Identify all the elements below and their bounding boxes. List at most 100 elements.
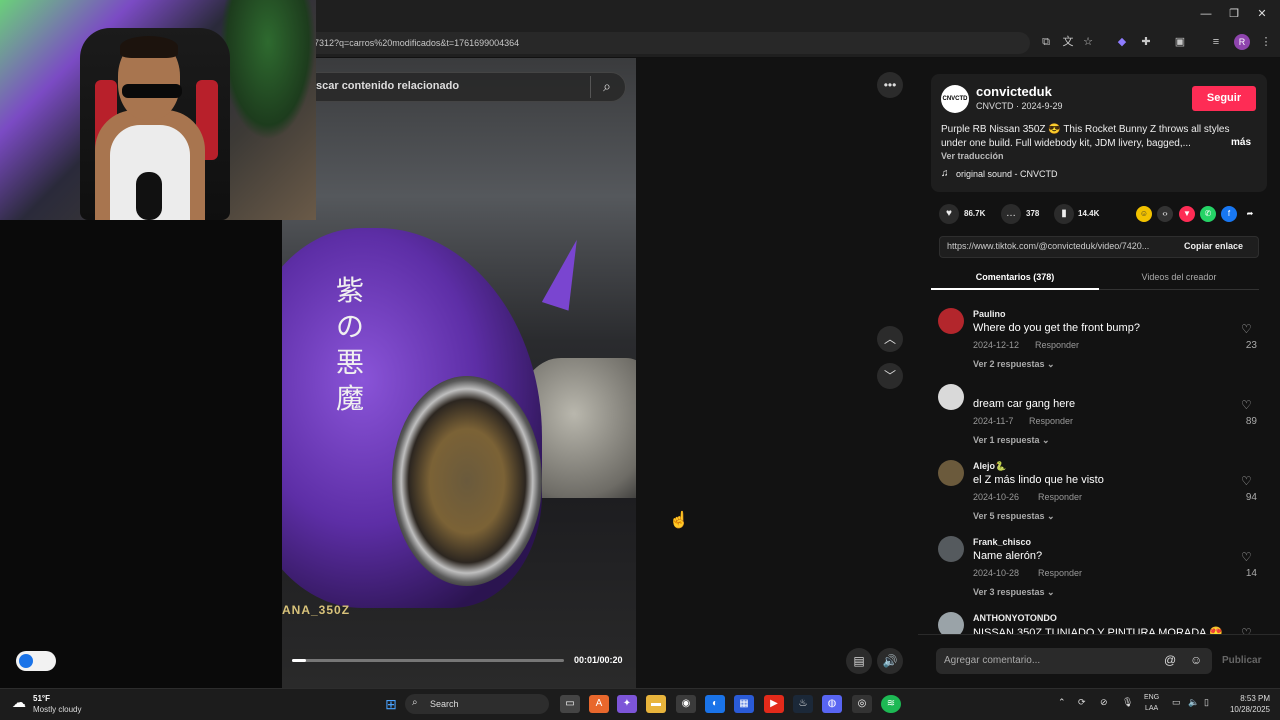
spotify-icon[interactable]: ≋ (881, 695, 901, 713)
commenter-name[interactable]: Alejo🐍 (973, 461, 1006, 472)
video-progress-fill (292, 659, 306, 662)
commenter-avatar[interactable] (938, 460, 964, 486)
comment-like-icon[interactable]: ♡ (1241, 626, 1252, 634)
translate-icon[interactable]: 文 (1060, 34, 1076, 50)
next-video-button[interactable]: ﹀ (877, 363, 903, 389)
whatsapp-icon[interactable]: ✆ (1200, 206, 1216, 222)
share-emoji-icon[interactable]: ☺ (1136, 206, 1152, 222)
tray-mic-icon[interactable]: 🎙 (1122, 697, 1133, 708)
reply-button[interactable]: Responder (1038, 492, 1082, 502)
weather-cloud-icon[interactable]: ☁ (12, 694, 26, 711)
view-replies-button[interactable]: Ver 3 respuestas ⌄ (973, 587, 1055, 598)
sound-name[interactable]: original sound - CNVCTD (956, 169, 1058, 179)
send-to-friends-icon[interactable]: ▼ (1179, 206, 1195, 222)
mention-at-icon[interactable]: @ (1164, 653, 1176, 667)
extension-icon[interactable]: ◆ (1114, 34, 1130, 50)
steam-icon[interactable]: ♨ (793, 695, 813, 713)
follow-button[interactable]: Seguir (1192, 86, 1256, 111)
author-avatar[interactable]: CNVCTD (941, 85, 969, 113)
minimize-button[interactable]: — (1196, 6, 1216, 22)
language-indicator[interactable]: ENG (1144, 694, 1159, 701)
weather-condition[interactable]: Mostly cloudy (33, 705, 81, 714)
tray-sync-icon[interactable]: ⟳ (1078, 697, 1086, 708)
comment-placeholder[interactable]: Agregar comentario... (944, 655, 1040, 666)
description-more-link[interactable]: más (1231, 137, 1251, 148)
video-progress-track[interactable] (292, 659, 564, 662)
store-icon[interactable]: ▦ (734, 695, 754, 713)
chrome-icon[interactable]: ◉ (676, 695, 696, 713)
share-link-text[interactable]: https://www.tiktok.com/@convicteduk/vide… (947, 241, 1173, 251)
comment-like-icon[interactable]: ♡ (1241, 322, 1252, 336)
facebook-icon[interactable]: f (1221, 206, 1237, 222)
commenter-avatar[interactable] (938, 612, 964, 634)
menu-kebab-icon[interactable]: ⋮ (1258, 34, 1274, 50)
reply-button[interactable]: Responder (1035, 340, 1079, 350)
keyboard-layout[interactable]: LAA (1145, 705, 1158, 712)
address-bar[interactable]: 7312?q=carros%20modificados&t=1761699004… (300, 32, 1030, 54)
taskbar-date[interactable]: 10/28/2025 (1214, 705, 1270, 714)
bookmark-icon[interactable]: ▮ (1054, 204, 1074, 224)
install-app-icon[interactable]: ⧉ (1038, 34, 1054, 50)
restore-button[interactable]: ❐ (1224, 6, 1244, 22)
taskbar-clock[interactable]: 8:53 PM (1226, 694, 1270, 703)
commenter-avatar[interactable] (938, 308, 964, 334)
youtube-icon[interactable]: ▶ (764, 695, 784, 713)
previous-video-button[interactable]: ︿ (877, 326, 903, 352)
view-replies-button[interactable]: Ver 2 respuestas ⌄ (973, 359, 1055, 370)
media-controls-icon[interactable]: ≡ (1208, 34, 1224, 50)
author-name[interactable]: convicteduk (976, 84, 1052, 99)
tray-network-icon[interactable]: ⊘ (1100, 697, 1108, 708)
like-heart-icon[interactable]: ♥ (939, 204, 959, 224)
obs-icon[interactable]: ◎ (852, 695, 872, 713)
copilot-icon[interactable]: ✦ (617, 695, 637, 713)
picture-in-picture-button[interactable]: ▤ (846, 648, 872, 674)
weather-temperature[interactable]: 51°F (33, 694, 50, 703)
view-replies-button[interactable]: Ver 5 respuestas ⌄ (973, 511, 1055, 522)
file-explorer-icon[interactable]: ▬ (646, 695, 666, 713)
commenter-name[interactable]: ANTHONYOTONDO (973, 613, 1057, 623)
tray-overflow-icon[interactable]: ⌃ (1058, 697, 1066, 708)
translate-link[interactable]: Ver traducción (941, 151, 1004, 161)
comment-like-icon[interactable]: ♡ (1241, 474, 1252, 488)
windows-start-icon[interactable]: ⊞ (381, 695, 401, 713)
profile-avatar[interactable]: R (1234, 34, 1250, 50)
tab-comments[interactable]: Comentarios (378) (931, 272, 1099, 282)
task-view-icon[interactable]: ▭ (560, 695, 580, 713)
taskbar-search-label[interactable]: Search (430, 699, 459, 709)
comment-like-count: 94 (1245, 492, 1257, 503)
comment-like-icon[interactable]: ♡ (1241, 550, 1252, 564)
commenter-avatar[interactable] (938, 384, 964, 410)
close-window-button[interactable]: ✕ (1252, 6, 1272, 22)
volume-button[interactable]: 🔊 (877, 648, 903, 674)
commenter-name[interactable]: Frank_chisco (973, 537, 1031, 547)
copy-link-button[interactable]: Copiar enlace (1184, 241, 1243, 251)
comment-like-icon[interactable]: ♡ (1241, 398, 1252, 412)
tab-creator-videos[interactable]: Videos del creador (1099, 272, 1259, 282)
view-replies-button[interactable]: Ver 1 respuesta ⌄ (973, 435, 1050, 446)
commenter-name[interactable]: Paulino (973, 309, 1006, 319)
discord-icon[interactable]: ◍ (822, 695, 842, 713)
embed-code-icon[interactable]: ‹› (1157, 206, 1173, 222)
side-panel-icon[interactable]: ▣ (1172, 34, 1188, 50)
tray-display-icon[interactable]: ▭ (1172, 697, 1181, 708)
tray-battery-icon[interactable]: ▯ (1204, 697, 1209, 708)
search-icon[interactable]: ⌕ (598, 77, 616, 95)
share-arrow-icon[interactable]: ➦ (1242, 206, 1258, 222)
plant (220, 0, 316, 140)
app-icon[interactable]: A (589, 695, 609, 713)
taskbar-search[interactable] (405, 694, 549, 714)
commenter-avatar[interactable] (938, 536, 964, 562)
comment-bubble-icon[interactable]: … (1001, 204, 1021, 224)
tray-volume-icon[interactable]: 🔈 (1188, 697, 1199, 708)
video-player[interactable]: 紫 の 悪 魔 ANA_350Z (282, 58, 636, 688)
edge-icon[interactable]: ◐ (705, 695, 725, 713)
emoji-icon[interactable]: ☺ (1190, 653, 1202, 667)
bookmark-star-icon[interactable]: ☆ (1080, 34, 1096, 50)
more-options-button[interactable]: ••• (877, 72, 903, 98)
taskbar-search-icon: ⌕ (412, 697, 418, 708)
extensions-puzzle-icon[interactable]: ✚ (1138, 34, 1154, 50)
reply-button[interactable]: Responder (1038, 568, 1082, 578)
reply-button[interactable]: Responder (1029, 416, 1073, 426)
related-search-input[interactable]: scar contenido relacionado (316, 80, 459, 92)
publish-button[interactable]: Publicar (1222, 655, 1261, 666)
